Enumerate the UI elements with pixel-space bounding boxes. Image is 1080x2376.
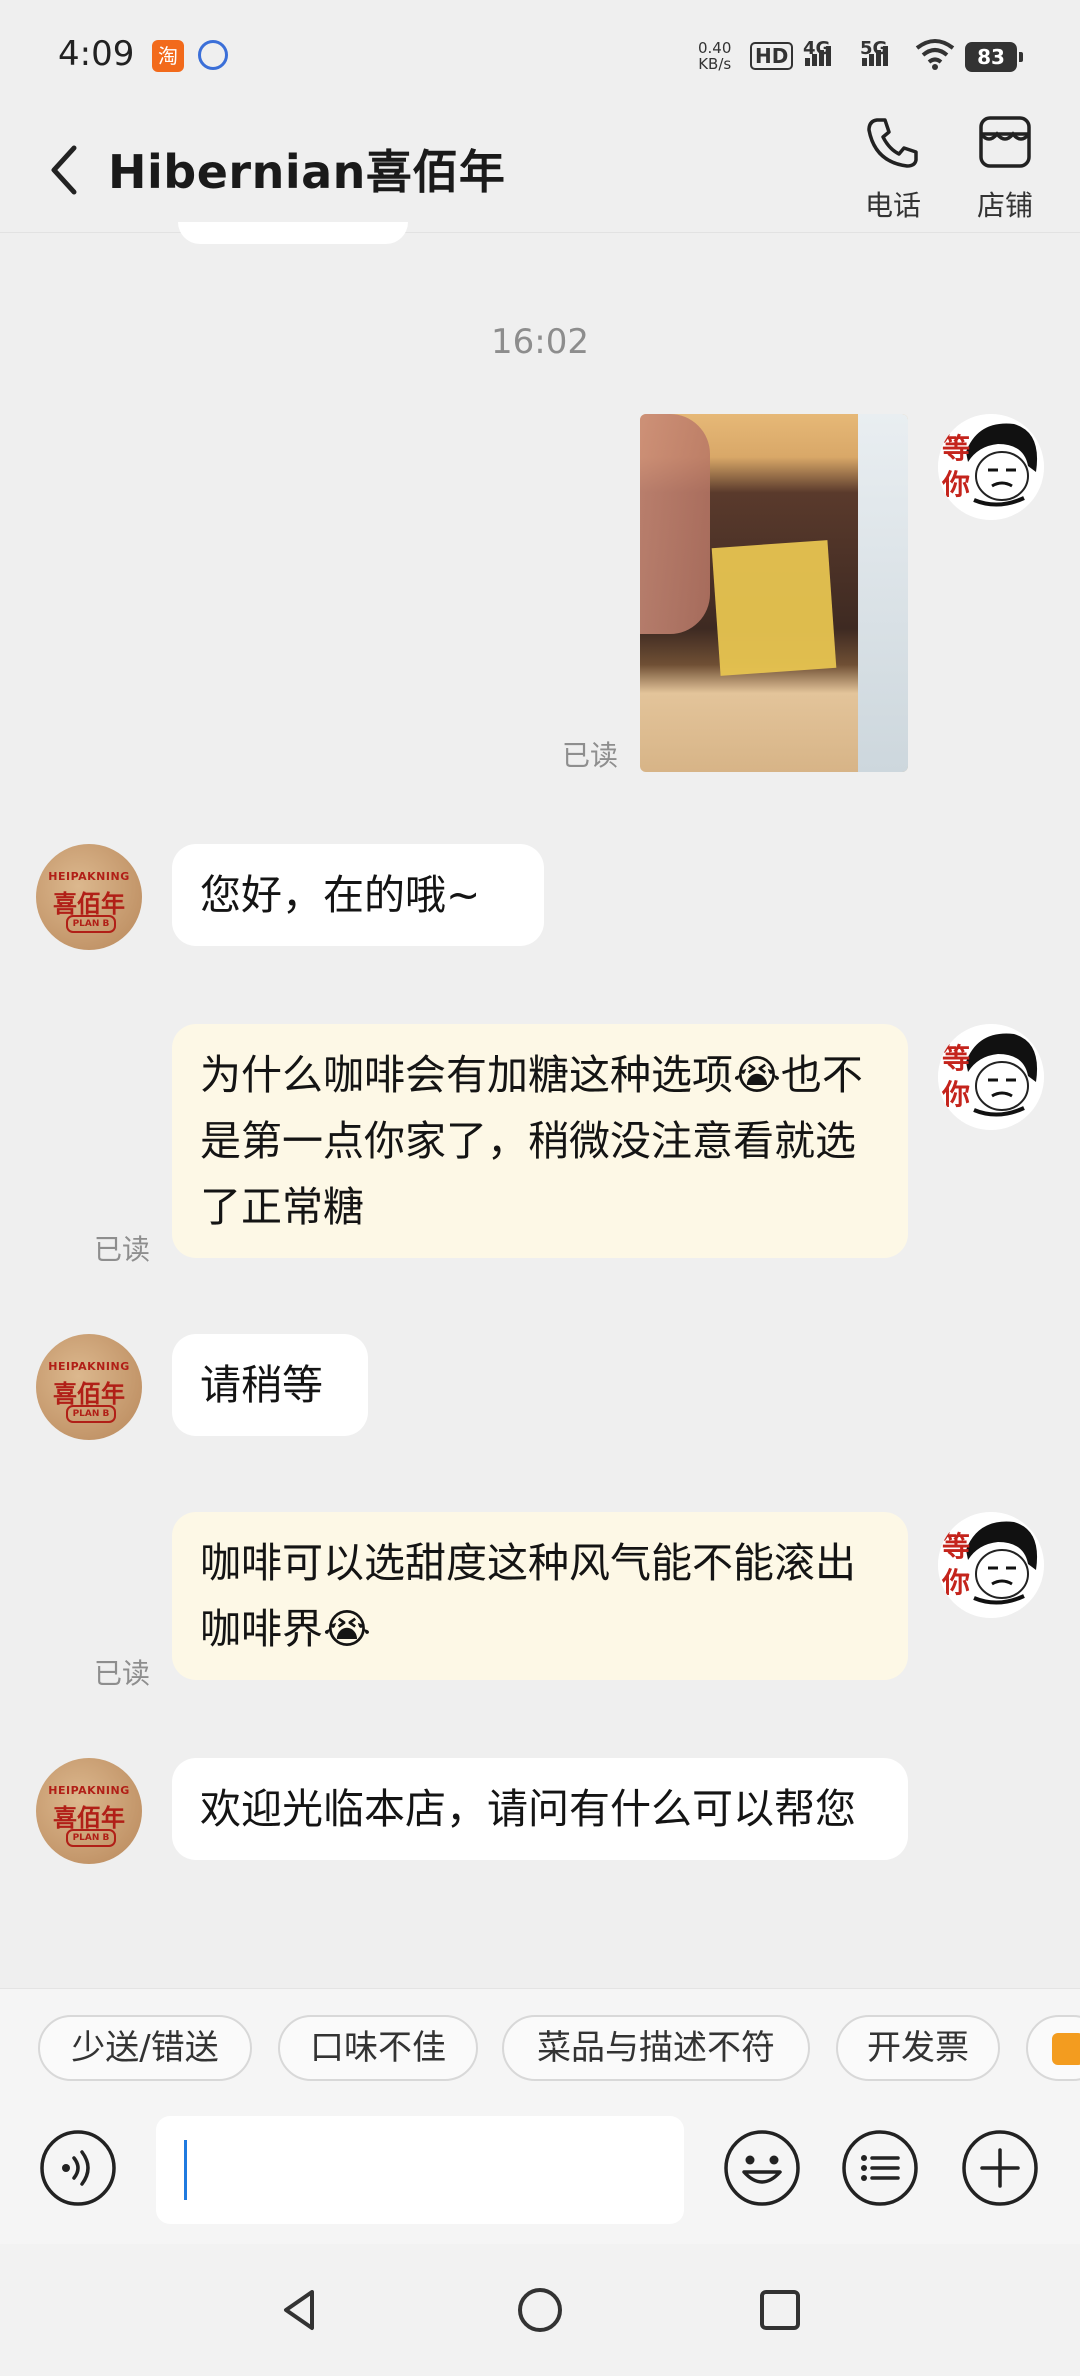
shop-avatar-name: 喜佰年 — [53, 890, 125, 918]
net-speed-value: 0.40 — [698, 39, 732, 57]
photo-background — [858, 414, 908, 772]
read-status: 已读 — [94, 1233, 151, 1266]
phone-button[interactable]: 电话 — [838, 112, 948, 232]
taobao-icon: 淘 — [152, 40, 184, 72]
user-avatar[interactable]: 等 你 — [938, 1024, 1044, 1130]
shop-avatar-tag: PLAN B — [66, 1405, 116, 1423]
quick-reply-bar: 少送/错送 口味不佳 菜品与描述不符 开发票 — [0, 1988, 1080, 2109]
hd-badge: HD — [750, 42, 794, 70]
nav-recents-icon[interactable] — [752, 2282, 808, 2338]
battery-icon: 83 — [965, 42, 1023, 72]
shop-avatar-top-text: HEIPAKNING — [48, 1784, 130, 1797]
meme-face-icon: 等 你 — [938, 1024, 1044, 1130]
shop-avatar[interactable]: HEIPAKNING 喜佰年 PLAN B — [36, 1758, 142, 1864]
message-bubble[interactable]: 欢迎光临本店，请问有什么可以帮您 — [172, 1758, 908, 1860]
shop-avatar-tag: PLAN B — [66, 915, 116, 933]
quick-reply-chip[interactable]: 菜品与描述不符 — [502, 2015, 810, 2081]
chat-header: Hibernian喜佰年 电话 店铺 — [0, 112, 1080, 233]
photo-cup-label — [711, 540, 837, 676]
shop-avatar-name: 喜佰年 — [53, 1804, 125, 1832]
shop-avatar[interactable]: HEIPAKNING 喜佰年 PLAN B — [36, 844, 142, 950]
user-avatar[interactable]: 等 你 — [938, 1512, 1044, 1618]
plus-icon[interactable] — [960, 2128, 1040, 2208]
svg-text:等: 等 — [942, 1042, 970, 1075]
svg-text:等: 等 — [942, 432, 970, 465]
quick-reply-chip[interactable]: 口味不佳 — [278, 2015, 478, 2081]
status-bar: 4:09 淘 0.40 KB/s HD 4G 5G 83 — [0, 0, 1080, 112]
shop-avatar[interactable]: HEIPAKNING 喜佰年 PLAN B — [36, 1334, 142, 1440]
message-input[interactable] — [156, 2116, 684, 2224]
message-bubble[interactable]: 为什么咖啡会有加糖这种选项😭也不是第一点你家了，稍微没注意看就选了正常糖 — [172, 1024, 908, 1258]
shop-avatar-top-text: HEIPAKNING — [48, 1360, 130, 1373]
quick-phrase-icon[interactable] — [840, 2128, 920, 2208]
svg-text:你: 你 — [941, 1078, 970, 1111]
meme-face-icon: 等 你 — [938, 1512, 1044, 1618]
shop-avatar-top-text: HEIPAKNING — [48, 870, 130, 883]
wifi-icon — [915, 39, 955, 70]
nav-back-icon[interactable] — [272, 2282, 328, 2338]
user-avatar[interactable]: 等 你 — [938, 414, 1044, 520]
quick-reply-chip[interactable]: 少送/错送 — [38, 2015, 252, 2081]
shop-label: 店铺 — [976, 189, 1033, 222]
emoji-icon[interactable] — [722, 2128, 802, 2208]
svg-text:等: 等 — [942, 1530, 970, 1563]
quick-reply-chip[interactable]: 开发票 — [836, 2015, 1000, 2081]
back-icon[interactable] — [44, 140, 84, 200]
read-status: 已读 — [562, 739, 619, 772]
input-bar — [0, 2108, 1080, 2244]
svg-text:你: 你 — [941, 1566, 970, 1599]
meme-face-icon: 等 你 — [938, 414, 1044, 520]
coupon-icon — [1052, 2033, 1080, 2065]
text-cursor — [184, 2140, 187, 2200]
shop-avatar-tag: PLAN B — [66, 1829, 116, 1847]
read-status: 已读 — [94, 1657, 151, 1690]
chat-timestamp: 16:02 — [491, 322, 589, 362]
svg-text:你: 你 — [941, 468, 970, 501]
photo-hand — [640, 414, 710, 634]
net-speed-unit: KB/s — [698, 55, 732, 73]
shop-button[interactable]: 店铺 — [950, 112, 1060, 232]
shop-icon — [979, 116, 1031, 168]
previous-message-bubble — [178, 222, 408, 244]
phone-icon — [867, 118, 918, 168]
message-bubble[interactable]: 请稍等 — [172, 1334, 368, 1436]
message-image[interactable] — [640, 414, 908, 772]
message-bubble[interactable]: 咖啡可以选甜度这种风气能不能滚出咖啡界😭 — [172, 1512, 908, 1680]
signal-5g-icon — [862, 46, 890, 72]
nav-home-icon[interactable] — [512, 2282, 568, 2338]
quick-reply-chip-more[interactable] — [1026, 2015, 1080, 2081]
net-speed: 0.40 KB/s — [698, 40, 731, 72]
baidu-icon — [198, 40, 228, 70]
voice-icon[interactable] — [38, 2128, 118, 2208]
page-title: Hibernian喜佰年 — [108, 145, 506, 199]
signal-4g-icon — [805, 46, 833, 72]
message-bubble[interactable]: 您好，在的哦~ — [172, 844, 544, 946]
status-time: 4:09 — [58, 34, 135, 74]
system-nav-bar — [0, 2244, 1080, 2376]
shop-avatar-name: 喜佰年 — [53, 1380, 125, 1408]
phone-label: 电话 — [864, 189, 921, 222]
